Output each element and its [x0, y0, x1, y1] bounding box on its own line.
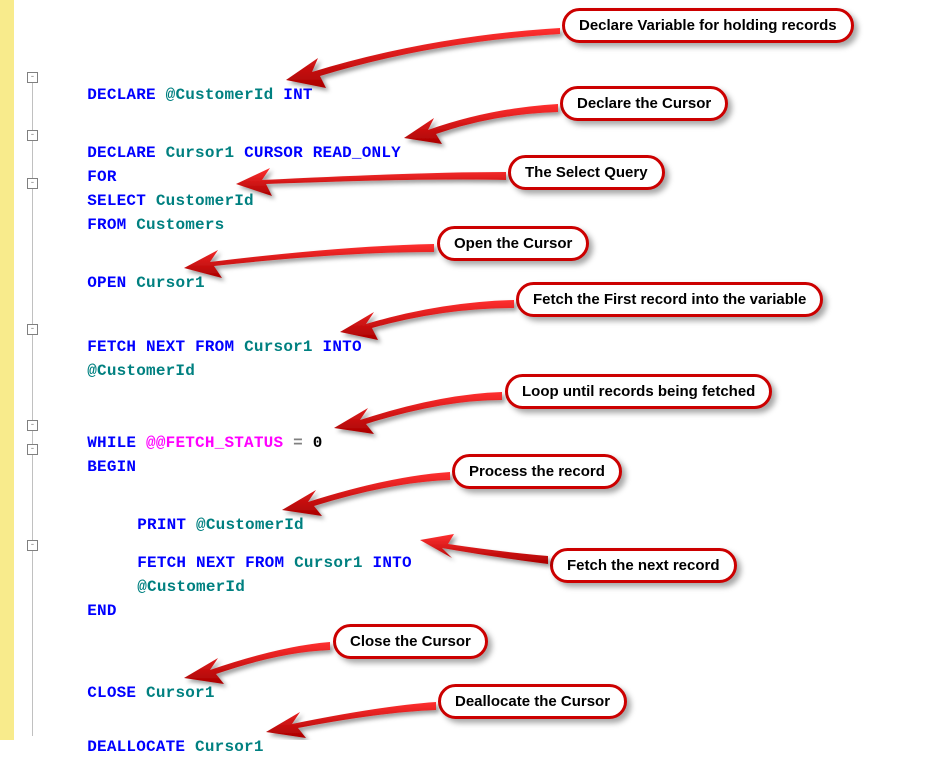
arrow-icon	[282, 472, 450, 516]
cursor-name: Cursor1	[195, 738, 264, 756]
arrow-icon	[404, 104, 558, 144]
arrow-icon	[184, 642, 330, 684]
arrow-icon	[236, 168, 506, 196]
arrow-icon	[340, 300, 514, 340]
arrow-icon	[184, 244, 434, 278]
annotation-arrows	[0, 0, 938, 740]
arrow-icon	[266, 702, 436, 738]
keyword-deallocate: DEALLOCATE	[87, 738, 185, 756]
arrow-icon	[286, 28, 560, 88]
arrow-icon	[420, 534, 548, 564]
arrow-icon	[334, 392, 502, 434]
